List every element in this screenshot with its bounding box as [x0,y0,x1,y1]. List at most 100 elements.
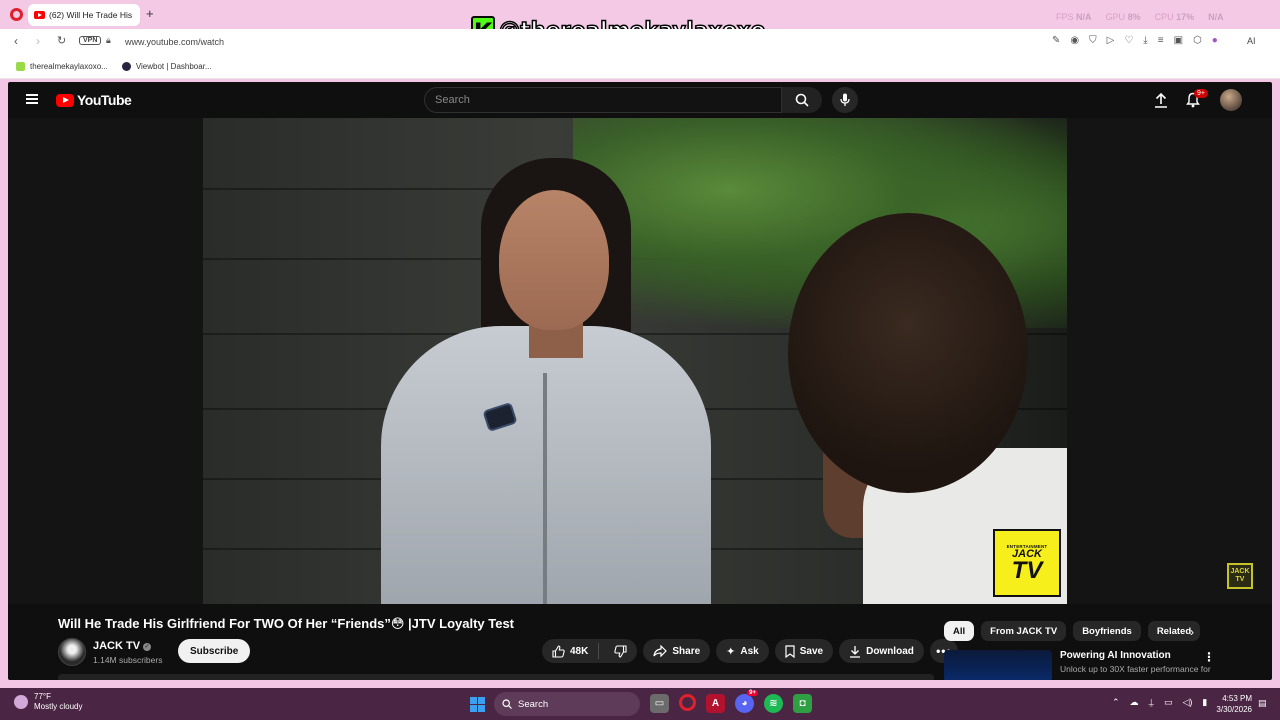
chevron-up-icon[interactable]: ⌃ [1112,697,1120,708]
discord-icon[interactable]: ◕ 9+ [735,690,758,713]
browser-toolbar: ✎ ◉ ⛉ ▷ ♡ ⤓ ≡ ▣ ⬡ ● [1052,35,1218,46]
volume-icon[interactable]: ◁) [1182,697,1192,708]
verified-icon: ✓ [143,643,152,651]
lock-icon[interactable]: 🔒︎ [106,35,111,46]
profile-icon[interactable]: ● [1212,35,1218,46]
display-icon[interactable]: ▭ [1164,697,1173,708]
browser-tab-bar: (62) Will He Trade His Girlfriend + K @t… [0,0,1280,46]
ai-button[interactable]: AI [1247,36,1256,46]
bookmarks-bar: therealmekaylaxoxo... Viewbot | Dashboar… [0,55,1280,79]
thumbs-down-icon [614,644,627,658]
taskbar-search-label: Search [518,698,549,710]
windows-start-icon[interactable] [470,697,485,712]
search-input[interactable] [425,88,781,112]
fps-stat: FPS N/A [1056,12,1092,22]
reload-icon[interactable]: ↻ [57,34,66,47]
adobe-icon[interactable]: A [706,694,725,713]
youtube-header: YouTube 9+ [8,82,1272,118]
download-button[interactable]: Download [839,639,924,663]
bookmark-favicon-icon [16,62,25,71]
address-bar: ‹ › ↻ VPN 🔒︎ www.youtube.com/watch ✎ ◉ ⛉… [0,29,1280,55]
green-app-icon[interactable]: ◘ [793,694,812,713]
opera-taskbar-icon[interactable] [679,694,696,711]
upload-button[interactable] [1154,92,1168,113]
system-tray: ⌃ ☁ ⍊ ▭ ◁) ▮ [1112,697,1207,708]
url-field[interactable]: www.youtube.com/watch [125,37,224,47]
back-icon[interactable]: ‹ [14,34,18,48]
man-head [788,213,1028,493]
notification-count-badge: 9+ [1194,89,1208,98]
ad-thumbnail[interactable] [944,650,1052,680]
chip-from-jack-tv[interactable]: From JACK TV [981,621,1067,641]
jack-tv-logo: ENTERTAINMENT JACK TV [993,529,1061,597]
taskbar-search[interactable]: Search [494,692,640,716]
browser-tab-active[interactable]: (62) Will He Trade His Girlfriend [28,4,140,26]
thumbs-up-icon [552,644,565,658]
dislike-button[interactable] [604,644,637,658]
like-button[interactable]: 48K [542,643,600,659]
search-button[interactable] [782,87,822,113]
hamburger-menu-icon[interactable] [26,94,38,104]
video-info: Will He Trade His Girlfriend For TWO Of … [8,604,1272,680]
youtube-logo[interactable]: YouTube [56,92,132,108]
camera-icon[interactable]: ◉ [1070,35,1079,46]
description-box-edge [58,674,934,680]
vpn-badge[interactable]: VPN [79,36,102,45]
bookmark-item[interactable]: therealmekaylaxoxo... [16,62,108,71]
task-view-icon[interactable]: ▭ [650,694,669,713]
channel-avatar[interactable] [58,638,86,666]
forward-icon[interactable]: › [36,34,40,48]
bookmark-item[interactable]: Viewbot | Dashboar... [121,62,212,71]
play-icon[interactable]: ▷ [1107,35,1115,46]
channel-watermark[interactable]: JACK TV [1227,563,1253,589]
account-avatar[interactable] [1220,89,1242,111]
notifications-icon[interactable]: ▤ [1258,698,1267,709]
ask-button[interactable]: ✦ Ask [716,639,769,663]
cloud-icon[interactable]: ☁ [1130,697,1139,708]
chip-boyfriends[interactable]: Boyfriends [1073,621,1141,641]
sparkle-icon: ✦ [726,645,736,658]
woman-face [499,190,609,330]
clock-date: 3/30/2026 [1216,705,1252,714]
download-icon[interactable]: ⤓ [1143,35,1147,46]
new-tab-button[interactable]: + [146,6,154,21]
upload-icon [1155,92,1167,108]
chevron-right-icon[interactable]: › [1190,625,1194,639]
search-icon [795,93,809,107]
bookmark-label: therealmekaylaxoxo... [30,62,108,71]
menu-icon[interactable]: ≡ [1158,35,1164,46]
heart-icon[interactable]: ♡ [1124,35,1133,46]
temperature: 77°F [34,692,51,701]
share-button[interactable]: Share [643,639,711,663]
bookmark-label: Viewbot | Dashboar... [135,62,212,71]
spotify-icon[interactable]: ≋ [764,694,783,713]
channel-name[interactable]: JACK TV ✓ [93,640,152,652]
video-player[interactable]: ENTERTAINMENT JACK TV JACK TV [8,118,1272,604]
microphone-icon [840,93,850,106]
gpu-stat: GPU 8% [1105,12,1141,22]
taskbar-apps: ▭ A ◕ 9+ ≋ ◘ [650,690,812,713]
tab-title: (62) Will He Trade His Girlfriend [49,10,134,20]
shield-icon[interactable]: ⛉ [1089,35,1097,46]
ad-more-icon[interactable]: ⋮ [1203,650,1215,664]
ad-title[interactable]: Powering AI Innovation [1060,650,1171,661]
extension-icon[interactable]: ⬡ [1193,35,1202,46]
watermark-jack: JACK [1230,568,1250,575]
battery-icon[interactable]: ▮ [1202,697,1207,708]
weather-widget[interactable]: 77°F Mostly cloudy [14,692,82,712]
youtube-page: YouTube 9+ [8,82,1272,680]
discord-badge: 9+ [747,690,758,696]
weather-condition: Mostly cloudy [34,702,83,711]
search-box [424,87,782,113]
save-button[interactable]: Save [774,639,834,663]
system-clock[interactable]: 4:53 PM 3/30/2026 [1208,693,1252,715]
chip-all[interactable]: All [944,621,975,641]
subscribe-button[interactable]: Subscribe [178,639,251,663]
like-count: 48K [570,645,589,657]
microphone-tray-icon[interactable]: ⍊ [1149,697,1154,708]
voice-search-button[interactable] [832,87,858,113]
opera-logo-icon[interactable] [10,8,23,21]
video-actions: 48K Share ✦ Ask Save Download [542,639,958,663]
edit-icon[interactable]: ✎ [1052,35,1060,46]
wallet-icon[interactable]: ▣ [1174,35,1183,46]
